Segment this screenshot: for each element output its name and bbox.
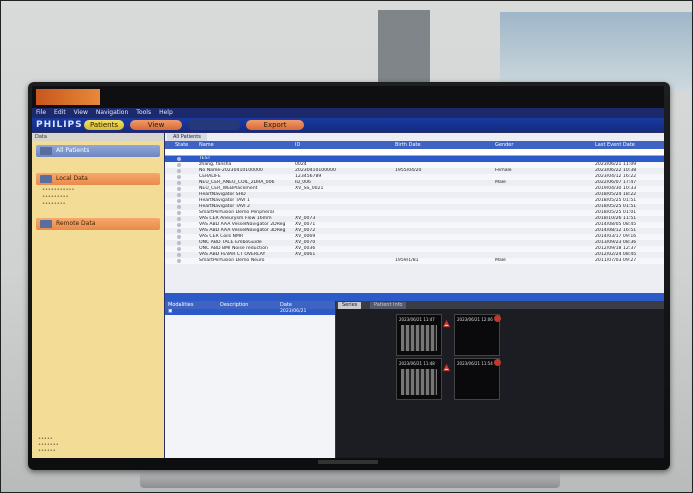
row-state-icon xyxy=(177,229,181,233)
filter-row[interactable] xyxy=(165,149,664,156)
row-state-icon xyxy=(177,247,181,251)
xray-image xyxy=(401,325,437,351)
row-state-icon xyxy=(177,217,181,221)
sidebar-item-label: Local Data xyxy=(56,175,88,182)
row-state-icon xyxy=(177,175,181,179)
sidebar-item-local-data[interactable]: Local Data xyxy=(36,173,160,185)
series-thumbnail[interactable]: 2023/06/21 11:47 xyxy=(396,314,442,356)
close-icon[interactable] xyxy=(494,315,501,322)
patient-list-panel: All Patients State Name ID Birth Date Ge… xyxy=(165,133,664,293)
study-table-header: Modalities Description Date xyxy=(165,301,335,309)
door xyxy=(378,10,430,85)
menu-edit[interactable]: Edit xyxy=(54,108,66,118)
menu-help[interactable]: Help xyxy=(159,108,173,118)
column-header-state[interactable]: State xyxy=(175,141,188,149)
table-row[interactable]: SmartPerfusion Demo Neuro 1959/1/81 Male 20… xyxy=(165,258,664,264)
lower-panels-bar xyxy=(165,293,664,301)
window xyxy=(500,12,693,92)
local-drive-item[interactable]: ••••••••• xyxy=(32,194,164,201)
data-sidebar: Data All Patients Local Data •••••••••••… xyxy=(32,133,164,458)
row-state-icon xyxy=(177,235,181,239)
row-state-icon xyxy=(177,211,181,215)
sidebar-footer: ••••• ••••••• •••••• xyxy=(38,436,59,454)
pdf-icon[interactable] xyxy=(442,319,451,328)
thumbnail-date: 2023/06/21 12:06 xyxy=(457,317,493,322)
modality-icon: ▣ xyxy=(168,309,173,314)
row-state-icon xyxy=(177,259,181,263)
tab-blank[interactable] xyxy=(188,120,240,130)
local-drive-item[interactable]: ••••••••••• xyxy=(32,187,164,194)
cell-gender: Male xyxy=(495,258,506,263)
row-state-icon xyxy=(177,163,181,167)
column-header-modalities[interactable]: Modalities xyxy=(168,301,193,309)
tab-all-patients[interactable]: All Patients xyxy=(167,133,207,141)
thumbnail-date: 2023/06/21 11:54 xyxy=(457,361,493,366)
menu-navigation[interactable]: Navigation xyxy=(96,108,128,118)
study-panel: Modalities Description Date ▣ 2023/06/21 xyxy=(165,301,335,458)
monitor-brand-strip xyxy=(318,460,378,464)
series-thumbnail[interactable]: 2023/06/21 11:48 xyxy=(396,358,442,400)
tab-view[interactable]: View xyxy=(130,120,182,130)
series-thumbnail[interactable]: 2023/06/21 12:06 xyxy=(454,314,500,356)
local-drive-item[interactable]: •••••••• xyxy=(32,201,164,208)
sidebar-item-all-patients[interactable]: All Patients xyxy=(36,145,160,157)
menu-tools[interactable]: Tools xyxy=(136,108,151,118)
series-panel: Series Patient Info 2023/06/21 11:47 202… xyxy=(336,301,664,458)
row-state-icon xyxy=(177,223,181,227)
study-row[interactable]: ▣ 2023/06/21 xyxy=(165,309,335,315)
monitor-stand xyxy=(140,468,560,488)
tab-patients[interactable]: Patients xyxy=(84,120,124,130)
menu-view[interactable]: View xyxy=(74,108,88,118)
patient-table-header: State Name ID Birth Date Gender Last Eve… xyxy=(165,141,664,149)
thumbnail-date: 2023/06/21 11:47 xyxy=(399,317,435,322)
tab-export[interactable]: Export xyxy=(246,120,304,130)
monitor-screen: File Edit View Navigation Tools Help PHI… xyxy=(32,86,664,458)
vendor-banner xyxy=(36,89,100,105)
column-header-gender[interactable]: Gender xyxy=(495,141,513,149)
thumbnail-date: 2023/06/21 11:48 xyxy=(399,361,435,366)
brand-bar: PHILIPS Patients View Export xyxy=(32,118,664,132)
column-header-date[interactable]: Date xyxy=(280,301,292,309)
row-state-icon xyxy=(177,181,181,185)
patients-icon xyxy=(40,147,52,155)
sidebar-item-label: All Patients xyxy=(56,147,90,154)
sidebar-header: Data xyxy=(32,133,164,141)
pdf-icon[interactable] xyxy=(442,363,451,372)
close-icon[interactable] xyxy=(494,359,501,366)
column-header-id[interactable]: ID xyxy=(295,141,300,149)
tab-series[interactable]: Series xyxy=(338,302,362,309)
series-thumbnail[interactable]: 2023/06/21 11:54 xyxy=(454,358,500,400)
menu-bar: File Edit View Navigation Tools Help xyxy=(32,108,664,118)
column-header-name[interactable]: Name xyxy=(199,141,214,149)
column-header-last-event-date[interactable]: Last Event Date xyxy=(595,141,635,149)
row-state-icon xyxy=(177,193,181,197)
network-icon xyxy=(40,220,52,228)
study-date: 2023/06/21 xyxy=(280,309,307,314)
cell-date: 2011/07/03 09:27 xyxy=(595,258,637,263)
row-state-icon xyxy=(177,157,181,161)
computer-icon xyxy=(40,175,52,183)
row-state-icon xyxy=(177,169,181,173)
row-state-icon xyxy=(177,253,181,257)
xray-image xyxy=(401,369,437,395)
row-state-icon xyxy=(177,187,181,191)
philips-logo: PHILIPS xyxy=(36,120,83,130)
menu-file[interactable]: File xyxy=(36,108,46,118)
row-state-icon xyxy=(177,199,181,203)
top-bar xyxy=(32,86,664,108)
sidebar-item-remote-data[interactable]: Remote Data xyxy=(36,218,160,230)
row-state-icon xyxy=(177,241,181,245)
sidebar-item-label: Remote Data xyxy=(56,220,96,227)
column-header-birth-date[interactable]: Birth Date xyxy=(395,141,421,149)
series-tabs: Series Patient Info xyxy=(336,301,664,309)
tab-patient-info[interactable]: Patient Info xyxy=(370,302,407,309)
cell-birth: 1959/1/81 xyxy=(395,258,419,263)
row-state-icon xyxy=(177,205,181,209)
cell-name: SmartPerfusion Demo Neuro xyxy=(199,258,265,263)
column-header-description[interactable]: Description xyxy=(220,301,248,309)
